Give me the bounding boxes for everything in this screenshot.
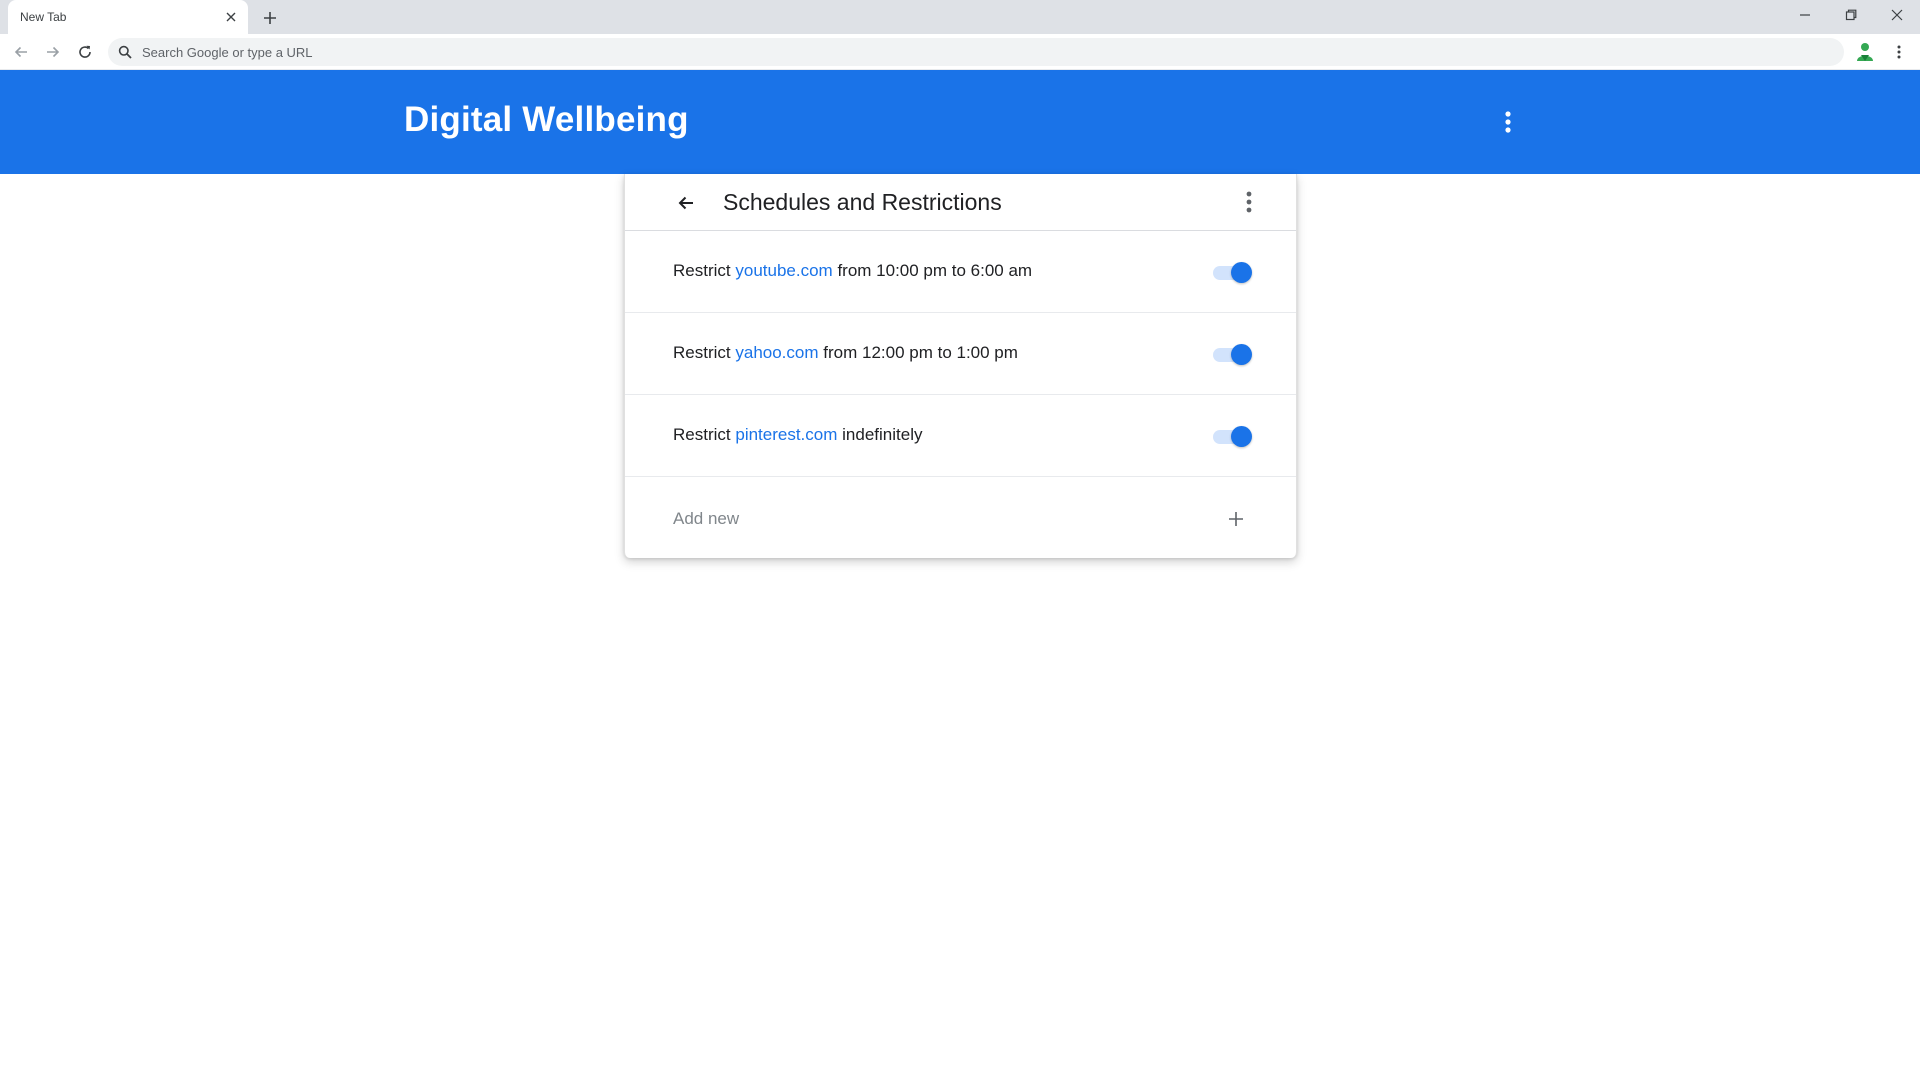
toggle-knob (1231, 426, 1252, 447)
app-title: Digital Wellbeing (404, 100, 689, 139)
restriction-toggle[interactable] (1211, 425, 1253, 447)
restriction-prefix: Restrict (673, 261, 731, 280)
more-vert-icon (1897, 45, 1901, 59)
profile-icon[interactable] (1854, 41, 1876, 63)
profile-icon-graphic (1857, 43, 1873, 61)
more-vert-icon (1246, 191, 1252, 213)
tab-strip: New Tab (0, 0, 1920, 34)
minimize-icon (1800, 14, 1810, 16)
browser-menu-button[interactable] (1886, 39, 1912, 65)
add-new-button[interactable]: Add new (625, 479, 1296, 558)
page-title: Schedules and Restrictions (723, 189, 1002, 215)
omnibox[interactable] (108, 38, 1844, 66)
restore-button[interactable] (1828, 0, 1874, 30)
restriction-toggle[interactable] (1211, 261, 1253, 283)
restriction-site-link[interactable]: yahoo.com (735, 343, 818, 362)
search-icon (118, 45, 132, 59)
restriction-schedule: indefinitely (842, 425, 923, 444)
restriction-row[interactable]: Restrict yahoo.com from 12:00 pm to 1:00… (625, 313, 1296, 395)
tab-close-button[interactable] (222, 8, 240, 26)
card-menu-button[interactable] (1235, 188, 1263, 216)
close-icon (1891, 9, 1903, 21)
back-nav-button[interactable] (8, 39, 34, 65)
restrictions-card: Schedules and Restrictions Restrict yout… (624, 174, 1297, 558)
restriction-row[interactable]: Restrict pinterest.com indefinitely (625, 395, 1296, 477)
app-header: Digital Wellbeing (0, 70, 1920, 174)
toggle-knob (1231, 262, 1252, 283)
more-vert-icon (1505, 111, 1511, 133)
browser-toolbar (0, 34, 1920, 70)
plus-icon (264, 12, 276, 24)
restriction-site-link[interactable]: youtube.com (735, 261, 832, 280)
restriction-text: Restrict yahoo.com from 12:00 pm to 1:00… (673, 343, 1018, 363)
restriction-schedule: from 12:00 pm to 1:00 pm (823, 343, 1018, 362)
restriction-row[interactable]: Restrict youtube.com from 10:00 pm to 6:… (625, 231, 1296, 313)
restriction-prefix: Restrict (673, 425, 731, 444)
restriction-text: Restrict pinterest.com indefinitely (673, 425, 922, 445)
forward-nav-button[interactable] (40, 39, 66, 65)
restriction-prefix: Restrict (673, 343, 731, 362)
tab-title: New Tab (20, 10, 67, 24)
restriction-site-link[interactable]: pinterest.com (735, 425, 837, 444)
close-window-button[interactable] (1874, 0, 1920, 30)
header-menu-button[interactable] (1494, 108, 1522, 136)
new-tab-button[interactable] (258, 6, 282, 30)
arrow-right-icon (47, 46, 60, 58)
restriction-toggle[interactable] (1211, 343, 1253, 365)
back-button[interactable] (671, 188, 701, 218)
omnibox-input[interactable] (140, 38, 1820, 66)
plus-icon (1226, 509, 1246, 529)
toggle-knob (1231, 344, 1252, 365)
reload-icon (79, 45, 91, 58)
restriction-text: Restrict youtube.com from 10:00 pm to 6:… (673, 261, 1032, 281)
arrow-left-icon (14, 46, 27, 58)
minimize-button[interactable] (1782, 0, 1828, 30)
reload-button[interactable] (72, 39, 98, 65)
restriction-schedule: from 10:00 pm to 6:00 am (837, 261, 1033, 280)
add-new-label: Add new (673, 509, 740, 528)
restore-icon (1845, 9, 1857, 21)
arrow-left-icon (678, 196, 693, 210)
card-header: Schedules and Restrictions (625, 174, 1296, 231)
browser-tab[interactable]: New Tab (8, 0, 248, 34)
close-icon (226, 12, 236, 22)
